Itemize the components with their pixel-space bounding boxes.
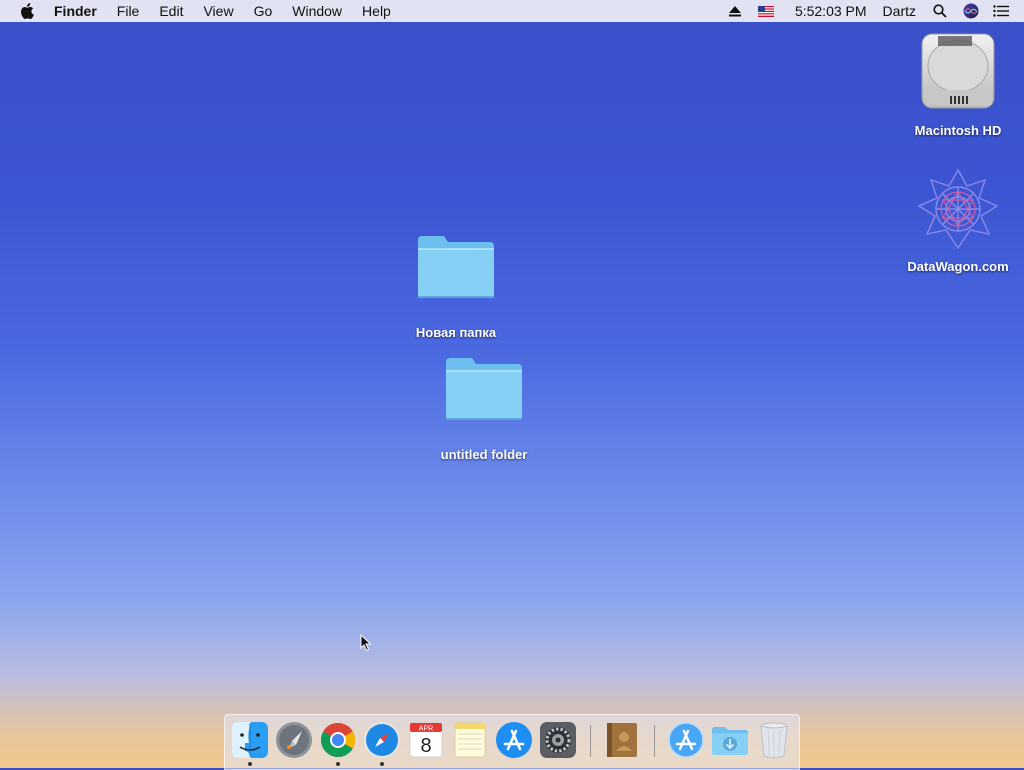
clock[interactable]: 5:52:03 PM: [795, 0, 879, 22]
downloads-folder-icon[interactable]: [711, 721, 749, 759]
trash-icon[interactable]: [755, 721, 793, 759]
finder-icon[interactable]: [231, 721, 269, 759]
hard-drive-icon: [920, 32, 996, 117]
dock: APR 8: [224, 714, 800, 770]
user-name[interactable]: Dartz: [879, 0, 930, 22]
desktop-item-datawagon[interactable]: DataWagon.com: [898, 168, 1018, 274]
apple-icon[interactable]: [0, 3, 54, 19]
folder-icon: [416, 234, 496, 305]
notes-icon[interactable]: [451, 721, 489, 759]
applications-folder-icon[interactable]: [667, 721, 705, 759]
running-indicator: [248, 762, 252, 766]
menu-bar: Finder File Edit View Go Window Help 5:5…: [0, 0, 1024, 22]
launchpad-icon[interactable]: [275, 721, 313, 759]
system-preferences-icon[interactable]: [539, 721, 577, 759]
desktop-item-label: Macintosh HD: [914, 123, 1002, 138]
dock-separator: [654, 725, 655, 757]
running-indicator: [336, 762, 340, 766]
notification-center-icon[interactable]: [992, 0, 1010, 22]
menu-edit[interactable]: Edit: [149, 0, 193, 22]
calendar-month: APR: [419, 726, 433, 733]
flag-us-icon[interactable]: [757, 0, 775, 22]
menu-view[interactable]: View: [193, 0, 243, 22]
desktop-item-label: DataWagon.com: [907, 259, 1009, 274]
chrome-icon[interactable]: [319, 721, 357, 759]
menu-window[interactable]: Window: [282, 0, 352, 22]
menu-file[interactable]: File: [107, 0, 150, 22]
menu-help[interactable]: Help: [352, 0, 401, 22]
safari-icon[interactable]: [363, 721, 401, 759]
eject-icon[interactable]: [725, 0, 745, 22]
desktop-item-folder-new[interactable]: Новая папка: [396, 234, 516, 340]
calendar-icon[interactable]: APR 8: [407, 721, 445, 759]
desktop-item-label: untitled folder: [440, 447, 528, 462]
dock-separator: [590, 725, 591, 757]
menu-app-name[interactable]: Finder: [54, 0, 107, 22]
calendar-day: 8: [420, 735, 431, 757]
menu-go[interactable]: Go: [244, 0, 283, 22]
folder-icon: [444, 356, 524, 427]
mouse-cursor-icon: [360, 633, 372, 657]
contacts-book-icon[interactable]: [603, 721, 641, 759]
running-indicator: [380, 762, 384, 766]
app-store-icon[interactable]: [495, 721, 533, 759]
desktop-item-macintosh-hd[interactable]: Macintosh HD: [898, 32, 1018, 138]
siri-icon[interactable]: [962, 0, 980, 22]
search-icon[interactable]: [930, 0, 950, 22]
desktop-item-label: Новая папка: [415, 325, 497, 340]
network-volume-icon: [915, 168, 1001, 255]
desktop-item-untitled-folder[interactable]: untitled folder: [424, 356, 544, 462]
